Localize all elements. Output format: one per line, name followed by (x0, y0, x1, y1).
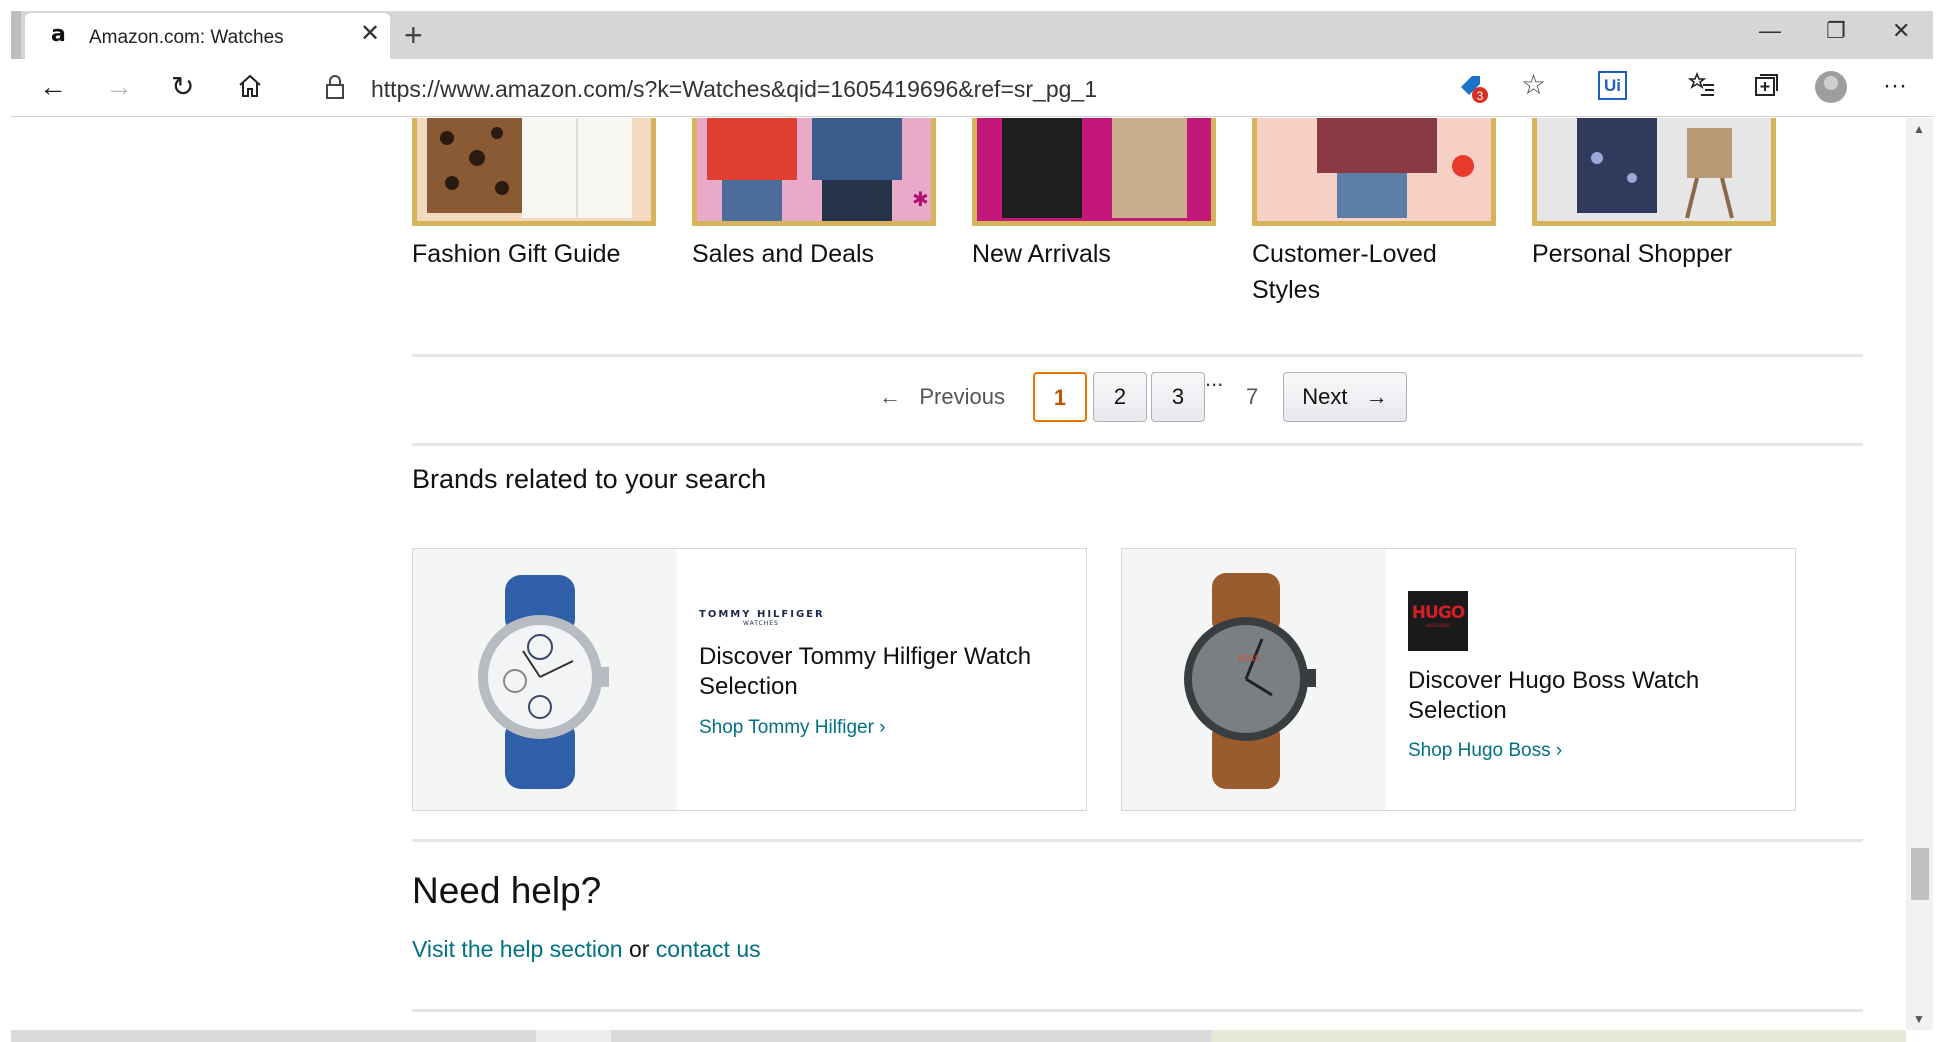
extension-badge-count: 3 (1477, 89, 1484, 103)
tab-title: Amazon.com: Watches (89, 27, 284, 48)
shop-hugo-link[interactable]: Shop Hugo Boss › (1408, 740, 1562, 762)
close-window-icon[interactable]: ✕ (1892, 20, 1910, 42)
page-2-button[interactable]: 2 (1093, 372, 1147, 422)
tommy-logo-text: TOMMY HILFIGER (699, 609, 825, 620)
category-label[interactable]: Fashion Gift Guide (412, 236, 656, 272)
extension-icon[interactable]: 3 (1458, 73, 1488, 103)
help-section-link[interactable]: Visit the help section (412, 936, 623, 962)
previous-label: Previous (919, 384, 1005, 409)
category-label[interactable]: Customer-Loved Styles (1252, 236, 1496, 308)
collections-icon[interactable] (1752, 71, 1780, 105)
page-1-button[interactable]: 1 (1033, 372, 1087, 422)
watch-image-icon (478, 575, 609, 789)
hugo-logo-text: HUGO (1411, 603, 1465, 623)
svg-text:✱: ✱ (912, 189, 929, 211)
brand-card-title[interactable]: Discover Hugo Boss Watch Selection (1408, 666, 1768, 726)
category-label[interactable]: New Arrivals (972, 236, 1216, 272)
pagination: ← Previous 1 2 3 ... 7 Next → (11, 366, 1906, 424)
brands-heading: Brands related to your search (412, 464, 767, 494)
taskbar-segment (1211, 1030, 1906, 1042)
arrow-left-icon: ← (879, 384, 901, 409)
hugo-boss-logo: HUGO HUGO BOSS (1408, 591, 1468, 651)
category-image[interactable] (1532, 118, 1776, 226)
ui-extension-icon[interactable]: Ui (1598, 71, 1627, 100)
page-3-button[interactable]: 3 (1151, 372, 1205, 422)
back-icon[interactable]: ← (39, 72, 67, 102)
contact-us-link[interactable]: contact us (656, 936, 761, 962)
category-image[interactable]: ✱ (692, 118, 936, 226)
page-7-label: 7 (1246, 384, 1259, 409)
scroll-down-icon[interactable]: ▼ (1913, 1012, 1925, 1026)
window-edge (11, 11, 21, 59)
brand-image[interactable] (413, 549, 677, 810)
divider (412, 839, 1863, 842)
or-text: or (628, 936, 650, 962)
chevron-right-icon: › (1555, 740, 1563, 761)
arrow-right-icon: → (1365, 384, 1388, 409)
brand-card-hugo[interactable]: BOSS HUGO HUGO BOSS Discover Hugo Boss W… (1121, 548, 1796, 811)
address-bar[interactable]: https://www.amazon.com/s?k=Watches&qid=1… (296, 67, 1585, 109)
category-image[interactable] (412, 118, 656, 226)
divider (412, 443, 1863, 446)
hugo-logo-subtext: HUGO BOSS (1425, 623, 1451, 628)
divider (412, 354, 1863, 357)
shop-hugo-label: Shop Hugo Boss (1408, 740, 1551, 761)
taskbar-strip (11, 1030, 1906, 1042)
watch-image-icon: BOSS (1184, 573, 1316, 789)
need-help-heading: Need help? (412, 870, 602, 911)
favorites-list-icon[interactable] (1687, 71, 1716, 105)
brand-card-title[interactable]: Discover Tommy Hilfiger Watch Selection (699, 642, 1059, 702)
brand-image[interactable]: BOSS (1122, 549, 1386, 810)
tab-close-icon[interactable]: ✕ (360, 22, 380, 46)
pagination-ellipsis: ... (1205, 366, 1224, 391)
tab-strip: a Amazon.com: Watches ✕ + — ❐ ✕ (11, 11, 1933, 59)
next-label: Next (1302, 384, 1348, 409)
lock-icon[interactable] (324, 74, 346, 105)
taskbar-segment (536, 1030, 611, 1042)
browser-toolbar: ← → ↻ https://www.amazon.com/s?k=Watches… (11, 59, 1933, 117)
url-text[interactable]: https://www.amazon.com/s?k=Watches&qid=1… (371, 76, 1097, 103)
scrollbar-thumb[interactable] (1911, 848, 1929, 900)
category-image[interactable] (1252, 118, 1496, 226)
amazon-favicon-icon: a (51, 22, 66, 47)
refresh-icon[interactable]: ↻ (171, 72, 194, 102)
tommy-hilfiger-logo: TOMMY HILFIGER WATCHES (699, 609, 825, 627)
vertical-scrollbar[interactable]: ▲ ▼ (1906, 118, 1933, 1030)
page-viewport: Fashion Gift Guide ✱ Sales and Deals New… (11, 118, 1906, 1030)
scroll-up-icon[interactable]: ▲ (1913, 122, 1925, 136)
chevron-right-icon: › (879, 717, 886, 738)
brand-card-tommy[interactable]: TOMMY HILFIGER WATCHES Discover Tommy Hi… (412, 548, 1087, 811)
next-page-button[interactable]: Next → (1283, 372, 1407, 422)
favorite-star-icon[interactable]: ☆ (1521, 70, 1546, 100)
category-image[interactable] (972, 118, 1216, 226)
forward-icon[interactable]: → (105, 72, 133, 102)
previous-page-button[interactable]: ← Previous (879, 384, 1005, 410)
shop-tommy-link[interactable]: Shop Tommy Hilfiger › (699, 717, 886, 739)
profile-icon[interactable] (1815, 71, 1847, 103)
browser-tab-active[interactable]: a Amazon.com: Watches ✕ (25, 13, 390, 59)
home-icon[interactable] (236, 72, 264, 106)
category-label[interactable]: Personal Shopper (1532, 236, 1776, 272)
restore-icon[interactable]: ❐ (1826, 20, 1846, 42)
help-links: Visit the help section or contact us (412, 936, 761, 963)
more-icon[interactable]: ··· (1883, 71, 1907, 101)
minimize-icon[interactable]: — (1759, 20, 1781, 42)
svg-text:BOSS: BOSS (1238, 654, 1260, 663)
shop-tommy-label: Shop Tommy Hilfiger (699, 717, 874, 738)
divider (412, 1009, 1863, 1012)
new-tab-button[interactable]: + (404, 19, 423, 51)
tommy-logo-subtext: WATCHES (743, 620, 779, 627)
category-label[interactable]: Sales and Deals (692, 236, 936, 272)
